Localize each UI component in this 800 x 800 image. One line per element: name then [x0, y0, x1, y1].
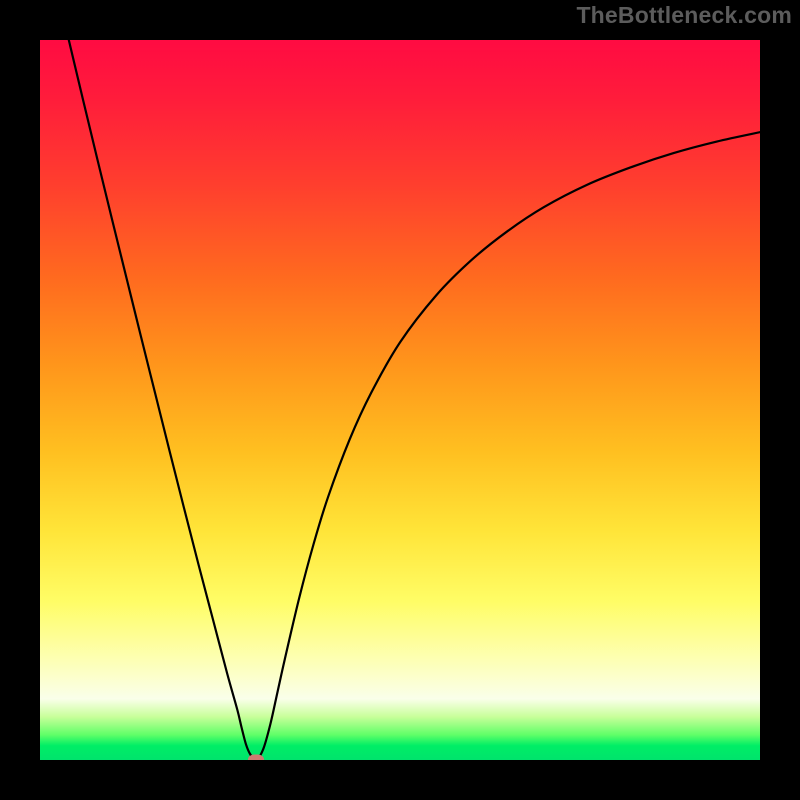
bottleneck-curve	[40, 40, 760, 760]
watermark-text: TheBottleneck.com	[576, 4, 792, 27]
chart-frame: TheBottleneck.com	[0, 0, 800, 800]
plot-area	[40, 40, 760, 760]
minimum-marker	[248, 755, 264, 761]
